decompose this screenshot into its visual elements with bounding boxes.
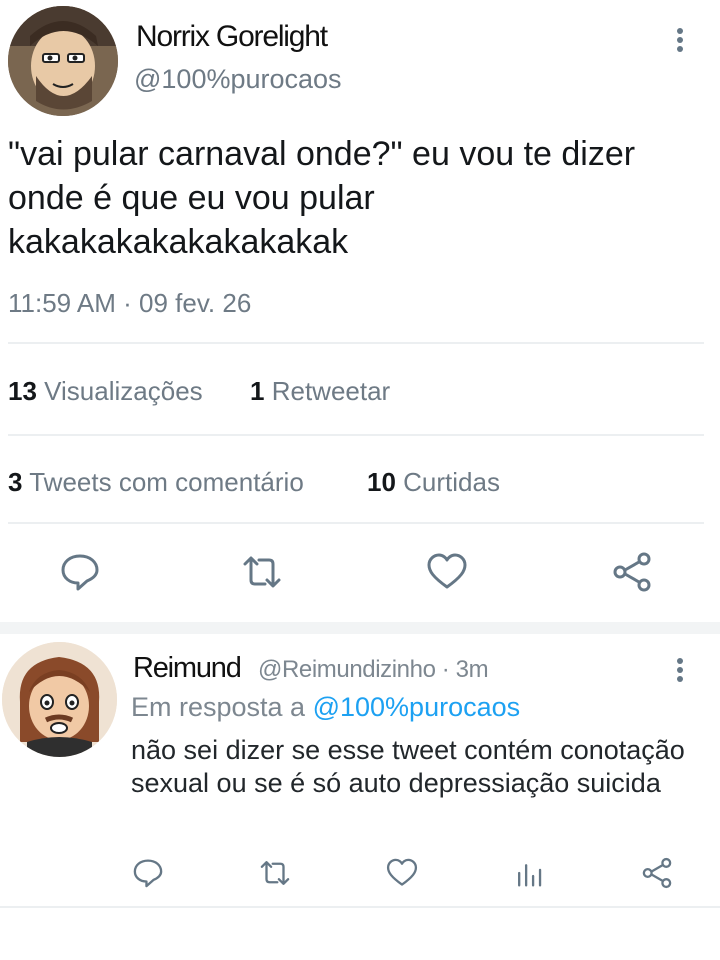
divider bbox=[8, 434, 704, 436]
main-tweet: Norrix Gorelight @100%purocaos "vai pula… bbox=[0, 0, 720, 624]
reply-icon[interactable] bbox=[58, 550, 102, 594]
divider bbox=[8, 342, 704, 344]
like-icon[interactable] bbox=[385, 856, 419, 890]
more-options-icon[interactable] bbox=[670, 28, 690, 58]
like-icon[interactable] bbox=[425, 550, 469, 594]
reply-to-mention[interactable]: @100%purocaos bbox=[313, 692, 521, 722]
retweet-icon[interactable] bbox=[258, 856, 292, 890]
retweets-stat[interactable]: 1 Retweetar bbox=[250, 376, 390, 407]
quotes-stat[interactable]: 3 Tweets com comentário bbox=[8, 467, 304, 498]
reply-icon[interactable] bbox=[131, 856, 165, 890]
reply-to-prefix: Em resposta a bbox=[131, 692, 306, 722]
section-gap bbox=[0, 622, 720, 634]
tweet-text: "vai pular carnaval onde?" eu vou te diz… bbox=[8, 135, 636, 261]
retweet-icon[interactable] bbox=[240, 550, 284, 594]
more-options-icon[interactable] bbox=[670, 658, 690, 688]
share-icon[interactable] bbox=[610, 550, 654, 594]
avatar[interactable] bbox=[2, 642, 117, 757]
divider bbox=[0, 906, 720, 908]
views-stat[interactable]: 13 Visualizações bbox=[8, 376, 203, 407]
likes-stat[interactable]: 10 Curtidas bbox=[367, 467, 500, 498]
reply-author-handle[interactable]: @Reimundizinho · 3m bbox=[258, 656, 489, 684]
analytics-icon[interactable] bbox=[513, 856, 547, 890]
share-icon[interactable] bbox=[640, 856, 674, 890]
divider bbox=[8, 522, 704, 524]
avatar[interactable] bbox=[8, 6, 118, 116]
tweet-timestamp[interactable]: 11:59 AM · 09 fev. 26 bbox=[8, 288, 251, 319]
reply-text: não sei dizer se esse tweet contém conot… bbox=[131, 735, 685, 798]
reply-author-name[interactable]: Reimund bbox=[133, 652, 242, 685]
reply-tweet[interactable]: Reimund @Reimundizinho · 3m Em resposta … bbox=[0, 634, 720, 960]
author-handle[interactable]: @100%purocaos bbox=[134, 64, 342, 95]
author-name[interactable]: Norrix Gorelight bbox=[136, 20, 328, 54]
reply-to-line: Em resposta a @100%purocaos bbox=[131, 692, 520, 723]
